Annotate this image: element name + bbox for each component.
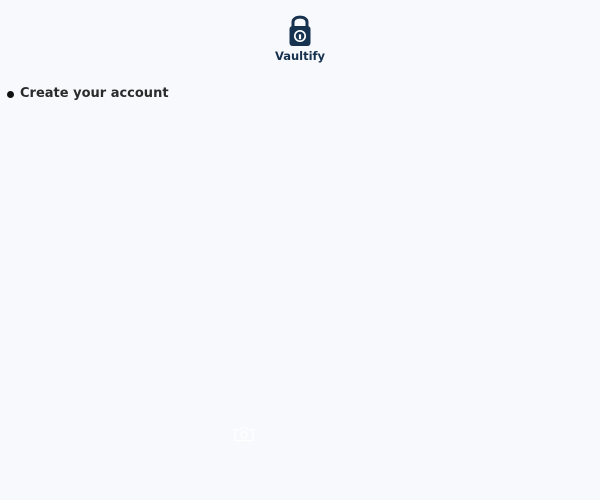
bullet-icon <box>7 90 14 98</box>
step-title: Create your account <box>20 86 169 101</box>
brand-logo: Vaultify <box>0 12 600 63</box>
current-step: Create your account <box>7 86 169 102</box>
camera-button[interactable] <box>233 425 255 443</box>
camera-icon <box>234 427 254 442</box>
brand-name: Vaultify <box>274 49 326 63</box>
padlock-icon <box>289 15 311 46</box>
